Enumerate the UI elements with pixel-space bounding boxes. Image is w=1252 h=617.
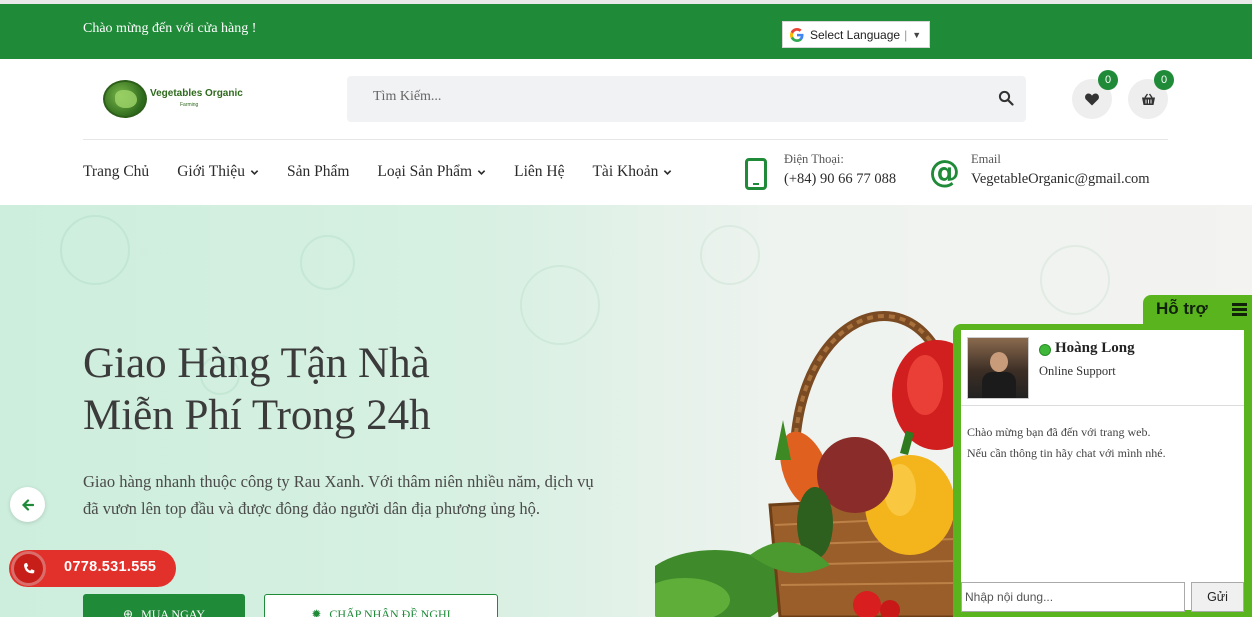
email-label: Email <box>971 152 1001 166</box>
nav-item-label: Giới Thiệu <box>177 163 245 180</box>
welcome-line: Nếu cần thông tin hãy chat với mình nhé. <box>967 446 1166 460</box>
hotline-button[interactable]: 0778.531.555 <box>9 550 176 587</box>
cart-icon: ⊕ <box>123 607 134 617</box>
at-sign-icon: @ <box>929 154 960 190</box>
language-select-label: Select Language <box>810 27 901 42</box>
support-welcome-message: Chào mừng bạn đã đến với trang web. Nếu … <box>967 422 1241 464</box>
logo-subtitle: Farming <box>180 102 199 108</box>
arrow-left-icon <box>21 498 34 511</box>
dropdown-arrow-icon: ▼ <box>912 29 922 40</box>
logo-image[interactable] <box>103 80 147 118</box>
chat-message-input[interactable] <box>961 582 1185 612</box>
online-status-icon <box>1039 344 1051 356</box>
support-tab[interactable]: Hỗ trợ <box>1143 295 1252 326</box>
hero-description: Giao hàng nhanh thuộc công ty Rau Xanh. … <box>83 472 594 518</box>
search-bar <box>347 76 1026 122</box>
hero-title-line2: Miễn Phí Trong 24h <box>83 392 431 439</box>
cart-button[interactable]: 0 <box>1128 70 1174 119</box>
send-button[interactable]: Gửi <box>1191 582 1244 612</box>
agent-name: Hoàng Long <box>1055 340 1135 356</box>
background-doodle <box>1040 245 1110 315</box>
background-doodle <box>60 215 130 285</box>
phone-label: Điện Thoại: <box>784 152 844 166</box>
language-separator: | <box>904 27 908 42</box>
agent-role: Online Support <box>1039 364 1116 378</box>
nav-item-label: Trang Chủ <box>83 163 150 180</box>
support-chat-panel: Hoàng Long Online Support Chào mừng bạn … <box>953 324 1252 617</box>
menu-icon[interactable] <box>1232 303 1247 316</box>
mobile-phone-icon <box>745 158 767 190</box>
welcome-line: Chào mừng bạn đã đến với trang web. <box>967 425 1151 439</box>
search-icon[interactable] <box>998 90 1014 106</box>
chevron-down-icon <box>664 169 672 175</box>
phone-ring <box>11 551 46 586</box>
back-button[interactable] <box>10 487 45 522</box>
chevron-down-icon <box>250 169 259 175</box>
phone-icon <box>23 562 34 573</box>
cart-count-badge: 0 <box>1154 70 1174 90</box>
nav-item-label: Sản Phẩm <box>286 163 350 180</box>
language-select[interactable]: Select Language | ▼ <box>782 21 930 48</box>
chevron-down-icon <box>477 169 486 175</box>
logo-title[interactable]: Vegetables Organic <box>150 88 243 99</box>
vegetable-basket-image <box>655 311 955 617</box>
gear-icon: ✹ <box>311 607 322 617</box>
nav-item-account[interactable]: Tài Khoản <box>592 163 672 181</box>
nav-item-label: Tài Khoản <box>592 163 659 180</box>
email-address[interactable]: VegetableOrganic@gmail.com <box>971 171 1150 188</box>
welcome-text: Chào mừng đến với cửa hàng ! <box>83 21 257 36</box>
buy-now-button[interactable]: ⊕ MUA NGAY <box>83 594 245 617</box>
nav-item-contact[interactable]: Liên Hệ <box>514 163 564 181</box>
buy-now-label: MUA NGAY <box>141 606 205 617</box>
nav-item-label: Loại Sản Phẩm <box>377 163 473 180</box>
hero-title-line1: Giao Hàng Tận Nhà <box>83 340 430 387</box>
background-doodle <box>520 265 600 345</box>
basket-icon <box>1141 93 1155 105</box>
nav-item-products[interactable]: Sản Phẩm <box>287 163 349 181</box>
phone-number[interactable]: (+84) 90 66 77 088 <box>784 171 896 188</box>
support-title: Hỗ trợ <box>1156 299 1208 318</box>
heart-icon <box>1085 93 1099 105</box>
wishlist-button[interactable]: 0 <box>1072 70 1118 119</box>
top-bar: Chào mừng đến với cửa hàng ! Select Lang… <box>0 4 1252 59</box>
search-input[interactable] <box>373 89 933 105</box>
hero-title: Giao Hàng Tận Nhà Miễn Phí Trong 24h <box>83 338 603 442</box>
nav-item-home[interactable]: Trang Chủ <box>83 163 149 181</box>
support-agent[interactable]: Hoàng Long Online Support <box>961 330 1244 406</box>
nav-item-categories[interactable]: Loại Sản Phẩm <box>377 163 486 181</box>
avatar <box>967 337 1029 399</box>
nav-item-label: Liên Hệ <box>514 163 565 180</box>
header-divider <box>83 139 1168 140</box>
background-doodle <box>300 235 355 290</box>
hotline-number: 0778.531.555 <box>64 559 157 575</box>
google-icon <box>790 27 804 42</box>
main-nav: Trang Chủ Giới Thiệu Sản Phẩm Loại Sản P… <box>83 163 700 181</box>
wishlist-count-badge: 0 <box>1098 70 1118 90</box>
nav-item-about[interactable]: Giới Thiệu <box>177 163 259 181</box>
accept-offer-button[interactable]: ✹ CHẤP NHẬN ĐỀ NGHỊ <box>264 594 498 617</box>
support-chat-body: Hoàng Long Online Support Chào mừng bạn … <box>961 330 1244 612</box>
accept-offer-label: CHẤP NHẬN ĐỀ NGHỊ <box>329 606 451 617</box>
